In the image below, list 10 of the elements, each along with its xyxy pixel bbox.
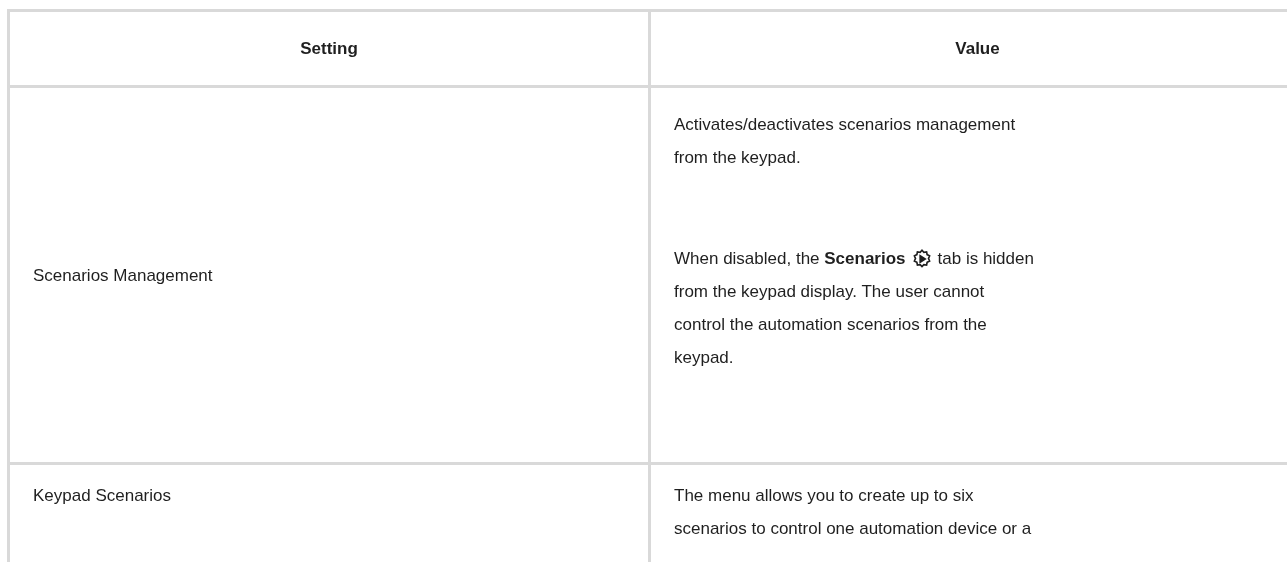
value-text: The menu allows you to create up to six scenarios to control one automation device or a — [674, 486, 1032, 538]
value-text: Activates/deactivates scenarios management from the keypad. — [674, 115, 1016, 167]
value-text: tab is hidden — [937, 248, 1034, 270]
value-text: from the keypad display. The user cannot control the automation scenarios from the keypad. — [674, 281, 988, 369]
setting-name: Keypad Scenarios — [33, 486, 171, 505]
setting-name: Scenarios Management — [33, 265, 213, 285]
column-header: Setting — [8, 10, 650, 87]
column-header: Value — [649, 10, 1287, 87]
scenario-gear-play-icon — [910, 247, 933, 270]
value-text: When disabled, the Scenarios — [674, 248, 906, 270]
